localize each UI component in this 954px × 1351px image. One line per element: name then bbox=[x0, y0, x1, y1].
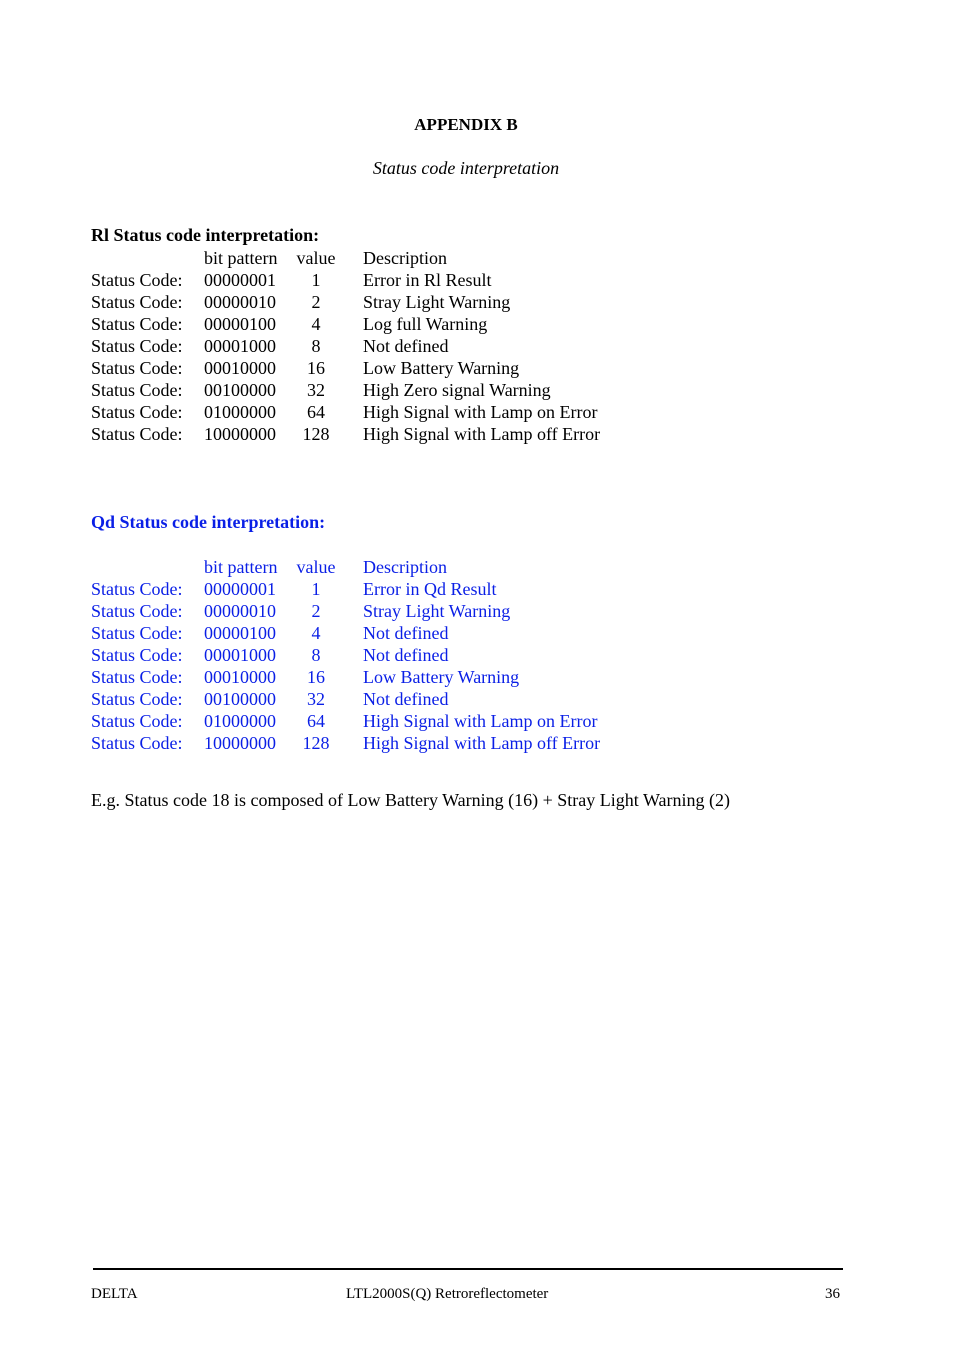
status-description: High Signal with Lamp off Error bbox=[363, 733, 601, 753]
status-value: 2 bbox=[311, 292, 321, 312]
bit-pattern: 00000010 bbox=[204, 601, 276, 621]
status-value: 32 bbox=[307, 380, 325, 400]
appendix-title: APPENDIX B bbox=[414, 115, 518, 134]
status-description: Low Battery Warning bbox=[363, 358, 520, 378]
bit-pattern: 00100000 bbox=[204, 689, 276, 709]
status-value: 4 bbox=[311, 623, 321, 643]
status-description: Log full Warning bbox=[363, 314, 488, 334]
footer-company: DELTA bbox=[91, 1286, 138, 1302]
bit-pattern: 00000100 bbox=[204, 623, 276, 643]
status-label: Status Code: bbox=[91, 424, 183, 444]
status-value: 8 bbox=[311, 645, 321, 665]
rl-section-title: Rl Status code interpretation: bbox=[91, 225, 320, 245]
bit-pattern: 00000001 bbox=[204, 579, 276, 599]
status-value: 64 bbox=[307, 711, 325, 731]
status-value: 16 bbox=[307, 667, 325, 687]
status-label: Status Code: bbox=[91, 314, 183, 334]
status-value: 128 bbox=[302, 424, 330, 444]
bit-pattern: 00001000 bbox=[204, 645, 276, 665]
status-description: High Signal with Lamp off Error bbox=[363, 424, 601, 444]
qd-section-title: Qd Status code interpretation: bbox=[91, 512, 326, 532]
status-label: Status Code: bbox=[91, 270, 183, 290]
bit-pattern: 10000000 bbox=[204, 733, 276, 753]
column-header-description: Description bbox=[363, 248, 447, 268]
column-header-bits: bit pattern bbox=[204, 248, 278, 268]
footer-divider bbox=[93, 1268, 843, 1270]
status-label: Status Code: bbox=[91, 667, 183, 687]
status-label: Status Code: bbox=[91, 601, 183, 621]
status-label: Status Code: bbox=[91, 336, 183, 356]
column-header-bits: bit pattern bbox=[204, 557, 278, 577]
status-label: Status Code: bbox=[91, 358, 183, 378]
status-label: Status Code: bbox=[91, 623, 183, 643]
status-description: Stray Light Warning bbox=[363, 601, 511, 621]
column-header-value: value bbox=[296, 557, 336, 577]
bit-pattern: 00000010 bbox=[204, 292, 276, 312]
status-label: Status Code: bbox=[91, 402, 183, 422]
example-note: E.g. Status code 18 is composed of Low B… bbox=[91, 790, 730, 810]
status-description: High Signal with Lamp on Error bbox=[363, 711, 598, 731]
appendix-subtitle: Status code interpretation bbox=[372, 158, 560, 178]
status-label: Status Code: bbox=[91, 689, 183, 709]
bit-pattern: 00100000 bbox=[204, 380, 276, 400]
status-value: 64 bbox=[307, 402, 325, 422]
bit-pattern: 01000000 bbox=[204, 711, 276, 731]
footer-document-title: LTL2000S(Q) Retroreflectometer bbox=[346, 1286, 549, 1302]
status-description: Low Battery Warning bbox=[363, 667, 520, 687]
status-value: 2 bbox=[311, 601, 321, 621]
status-description: Stray Light Warning bbox=[363, 292, 511, 312]
status-value: 1 bbox=[311, 579, 321, 599]
bit-pattern: 10000000 bbox=[204, 424, 276, 444]
status-label: Status Code: bbox=[91, 711, 183, 731]
status-description: Not defined bbox=[363, 645, 449, 665]
status-description: Not defined bbox=[363, 336, 449, 356]
status-description: Not defined bbox=[363, 689, 449, 709]
bit-pattern: 00010000 bbox=[204, 358, 276, 378]
bit-pattern: 00010000 bbox=[204, 667, 276, 687]
status-description: High Signal with Lamp on Error bbox=[363, 402, 598, 422]
page-number: 36 bbox=[825, 1286, 840, 1302]
status-value: 4 bbox=[311, 314, 321, 334]
column-header-value: value bbox=[296, 248, 336, 268]
status-label: Status Code: bbox=[91, 645, 183, 665]
status-label: Status Code: bbox=[91, 380, 183, 400]
bit-pattern: 01000000 bbox=[204, 402, 276, 422]
status-value: 1 bbox=[311, 270, 321, 290]
status-value: 16 bbox=[307, 358, 325, 378]
status-label: Status Code: bbox=[91, 733, 183, 753]
status-value: 32 bbox=[307, 689, 325, 709]
column-header-description: Description bbox=[363, 557, 447, 577]
status-value: 8 bbox=[311, 336, 321, 356]
status-description: Error in Rl Result bbox=[363, 270, 492, 290]
bit-pattern: 00001000 bbox=[204, 336, 276, 356]
status-value: 128 bbox=[302, 733, 330, 753]
status-label: Status Code: bbox=[91, 292, 183, 312]
status-description: Not defined bbox=[363, 623, 449, 643]
bit-pattern: 00000001 bbox=[204, 270, 276, 290]
bit-pattern: 00000100 bbox=[204, 314, 276, 334]
status-description: Error in Qd Result bbox=[363, 579, 497, 599]
status-label: Status Code: bbox=[91, 579, 183, 599]
status-description: High Zero signal Warning bbox=[363, 380, 551, 400]
